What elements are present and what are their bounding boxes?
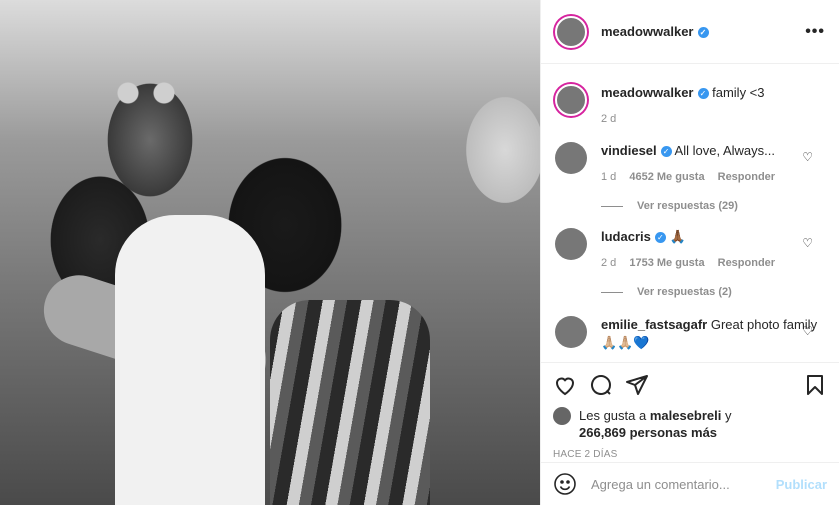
view-replies-button[interactable]: Ver respuestas (2): [601, 286, 825, 298]
comment-username[interactable]: emilie_fastsagafr: [601, 317, 707, 332]
verified-badge-icon: ✓: [660, 146, 672, 158]
comment-avatar[interactable]: [555, 142, 587, 174]
comment-username[interactable]: vindiesel: [601, 143, 657, 158]
more-options-icon[interactable]: •••: [805, 23, 825, 41]
post-comment-button[interactable]: Publicar: [776, 477, 827, 492]
comment-likes[interactable]: 1753 Me gusta: [629, 257, 704, 269]
comment-username[interactable]: ludacris: [601, 229, 651, 244]
like-comment-heart-icon[interactable]: ♡: [802, 324, 813, 338]
likes-others-count[interactable]: 266,869 personas más: [579, 425, 717, 440]
verified-badge-icon: ✓: [697, 88, 709, 100]
post-side-panel: meadowwalker ✓ ••• meadowwalker ✓ family <…: [540, 0, 839, 505]
view-replies-button[interactable]: Ver respuestas (29): [601, 200, 825, 212]
comment-text: 🙏🏾: [669, 229, 686, 244]
photo-shirt: [115, 215, 265, 505]
caption-age: 2 d: [601, 113, 617, 125]
post-timestamp: HACE 2 DÍAS: [553, 449, 618, 460]
likes-prefix: Les gusta a: [579, 408, 647, 423]
comment-text: All love, Always...: [674, 143, 775, 158]
caption-username[interactable]: meadowwalker: [601, 85, 694, 100]
comment-age: 1 d: [601, 171, 617, 183]
liker-username[interactable]: malesebreli: [650, 408, 722, 423]
post-actions: Les gusta a malesebreli y 266,869 person…: [541, 362, 839, 460]
photo-sunglasses: [112, 82, 182, 104]
verified-badge-icon: ✓: [654, 232, 666, 244]
comment-item: ludacris ✓ 🙏🏾 2 d 1753 Me gusta Responder…: [555, 228, 825, 272]
view-replies-label: Ver respuestas (2): [637, 286, 732, 298]
like-heart-icon[interactable]: [553, 373, 577, 397]
comments-list[interactable]: meadowwalker ✓ family <3 2 d vindiesel ✓ A…: [541, 64, 839, 362]
comment-likes[interactable]: 4652 Me gusta: [629, 171, 704, 183]
share-paper-plane-icon[interactable]: [625, 373, 649, 397]
verified-badge-icon: ✓: [697, 27, 709, 39]
likes-joiner: y: [725, 408, 732, 423]
reply-button[interactable]: Responder: [718, 171, 775, 183]
like-comment-heart-icon[interactable]: ♡: [802, 236, 813, 250]
replies-divider: [601, 205, 623, 207]
caption-text: family <3: [712, 85, 765, 100]
add-comment-bar: Publicar: [541, 462, 839, 505]
post-photo[interactable]: [0, 0, 540, 505]
author-avatar[interactable]: [555, 15, 587, 48]
reply-button[interactable]: Responder: [718, 257, 775, 269]
replies-divider: [601, 291, 623, 293]
comment-age: 2 d: [601, 257, 617, 269]
photo-dress: [270, 300, 430, 505]
comment-item: vindiesel ✓ All love, Always... 1 d 4652 …: [555, 142, 825, 186]
comment-bubble-icon[interactable]: [589, 373, 613, 397]
caption: meadowwalker ✓ family <3 2 d: [555, 84, 825, 128]
like-comment-heart-icon[interactable]: ♡: [802, 150, 813, 164]
emoji-smiley-icon[interactable]: [553, 472, 577, 496]
caption-avatar[interactable]: [555, 84, 587, 116]
comment-avatar[interactable]: [555, 316, 587, 348]
likes-summary: Les gusta a malesebreli y 266,869 person…: [553, 407, 827, 441]
comment-item: emilie_fastsagafr Great photo family 🙏🏼🙏…: [555, 316, 825, 352]
bookmark-icon[interactable]: [803, 373, 827, 397]
post-header: meadowwalker ✓ •••: [541, 0, 839, 64]
view-replies-label: Ver respuestas (29): [637, 200, 738, 212]
comment-input[interactable]: [591, 476, 776, 492]
author-username[interactable]: meadowwalker ✓: [601, 24, 709, 39]
comment-avatar[interactable]: [555, 228, 587, 260]
liker-avatar[interactable]: [553, 407, 571, 425]
